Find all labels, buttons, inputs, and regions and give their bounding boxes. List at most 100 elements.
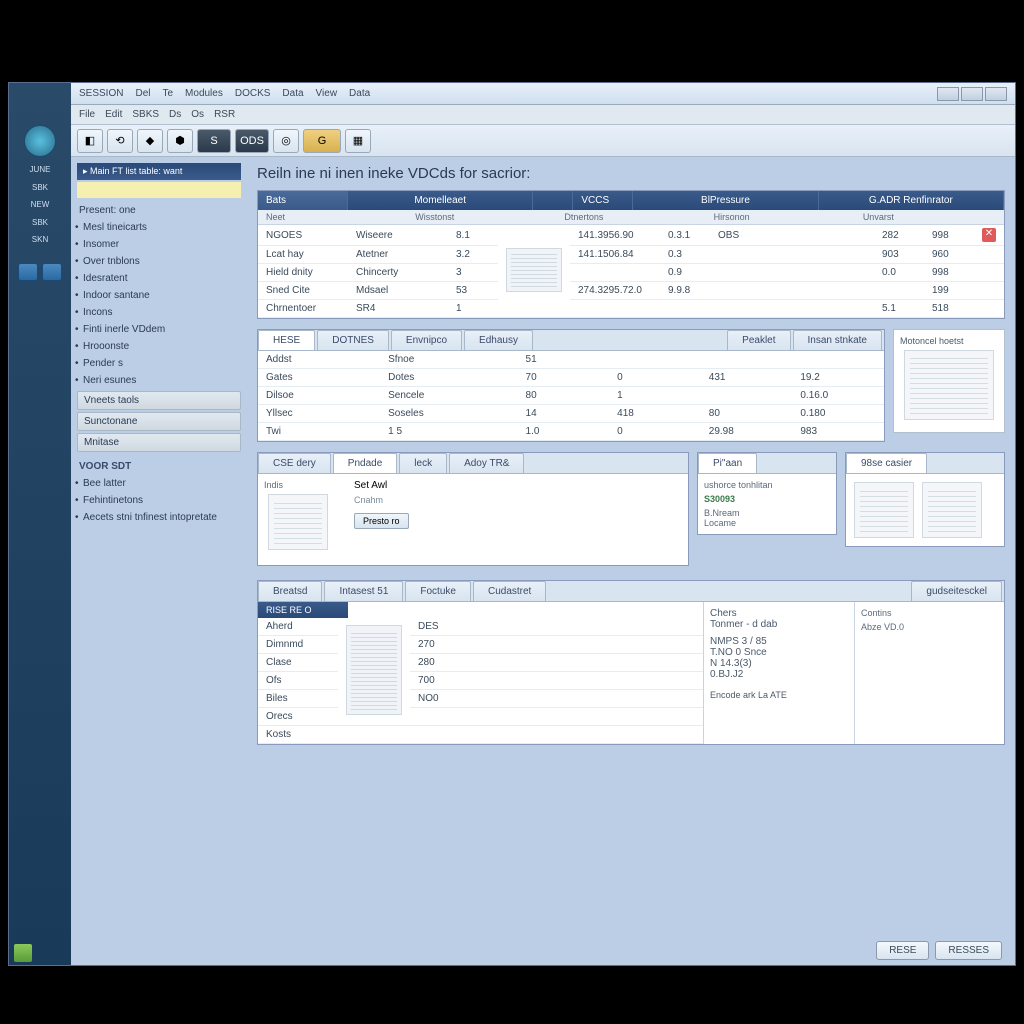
nav-item[interactable]: Mesl tineicarts (77, 219, 241, 236)
column-header[interactable]: BlPressure (633, 191, 818, 210)
toolbar-button[interactable]: ◆ (137, 129, 163, 153)
table-row[interactable]: GatesDotes70043119.2 (258, 369, 884, 387)
nav-subitem[interactable]: Sunctonane (77, 412, 241, 431)
tab[interactable]: Envnipco (391, 330, 462, 350)
table-row[interactable]: BilesNO0 (258, 690, 703, 708)
table-row[interactable]: Lcat hayAtetner3.2141.1506.840.3903960 (258, 246, 1004, 264)
tab[interactable]: leck (399, 453, 447, 473)
sidebar-button-icon[interactable] (18, 263, 38, 281)
tab[interactable]: Foctuke (405, 581, 471, 601)
table-row[interactable]: YllsecSoseles14418800.180 (258, 405, 884, 423)
tab[interactable]: Pi"aan (698, 453, 757, 473)
table-row[interactable]: Dimnmd270 (258, 636, 703, 654)
sidebar-item[interactable]: JUNE (11, 165, 69, 175)
column-header[interactable]: Bats (258, 191, 348, 210)
toolbar-button[interactable]: ◎ (273, 129, 299, 153)
tab[interactable]: Insan stnkate (793, 330, 882, 350)
app-logo-icon (24, 125, 56, 157)
sidebar-item[interactable]: SKN (11, 235, 69, 245)
nav-item[interactable]: Incons (77, 304, 241, 321)
table-row[interactable]: DilsoeSencele8010.16.0 (258, 387, 884, 405)
tab[interactable]: Pndade (333, 453, 397, 473)
toolbar-button[interactable]: ▦ (345, 129, 371, 153)
ok-button[interactable]: RESE (876, 941, 929, 960)
toolbar-button[interactable]: ⟲ (107, 129, 133, 153)
nav-highlight[interactable] (77, 182, 241, 198)
column-header[interactable]: G.ADR Renfinrator (819, 191, 1004, 210)
maximize-button[interactable] (961, 87, 983, 101)
menu-item[interactable]: Edit (105, 109, 122, 120)
toolbar-button[interactable]: ◧ (77, 129, 103, 153)
nav-item[interactable]: Pender s (77, 355, 241, 372)
menu-item[interactable]: Ds (169, 109, 181, 120)
field-value: Locame (704, 518, 830, 528)
tab[interactable]: gudseitesckel (911, 581, 1002, 601)
menu-item[interactable]: File (79, 109, 95, 120)
thumbnail-icon[interactable] (268, 494, 328, 550)
cancel-button[interactable]: RESSES (935, 941, 1002, 960)
table-row[interactable]: AddstSfnoe51 (258, 351, 884, 369)
menu-item[interactable]: Modules (185, 88, 223, 99)
nav-item[interactable]: Hrooonste (77, 338, 241, 355)
column-header[interactable]: Momelleaet (348, 191, 533, 210)
table-row[interactable]: Hield dnityChincerty30.90.0998 (258, 264, 1004, 282)
sidebar-button-icon[interactable] (42, 263, 62, 281)
menu-item[interactable]: DOCKS (235, 88, 271, 99)
close-button[interactable] (985, 87, 1007, 101)
nav-item[interactable]: Bee latter (77, 475, 241, 492)
thumbnail-icon[interactable] (904, 350, 994, 420)
tab[interactable]: Peaklet (727, 330, 790, 350)
tab[interactable]: Adoy TR& (449, 453, 524, 473)
nav-item[interactable]: Indoor santane (77, 287, 241, 304)
menu-item[interactable]: Data (349, 88, 370, 99)
menu-item[interactable]: SBKS (132, 109, 159, 120)
tab[interactable]: Edhausy (464, 330, 533, 350)
sidebar-item[interactable]: SBK (11, 218, 69, 228)
action-button[interactable]: Presto ro (354, 513, 409, 529)
table-row[interactable]: Orecs (258, 708, 703, 726)
thumbnail-icon[interactable] (922, 482, 982, 538)
tab[interactable]: Breatsd (258, 581, 322, 601)
menu-item[interactable]: Te (162, 88, 173, 99)
nav-item[interactable]: Finti inerle VDdem (77, 321, 241, 338)
table-row[interactable]: NGOESWiseere8.1141.3956.900.3.1OBS282998… (258, 225, 1004, 246)
toolbar-button[interactable]: S (197, 129, 231, 153)
tab[interactable]: 98se casier (846, 453, 927, 473)
table-row[interactable]: AherdDES (258, 618, 703, 636)
toolbar-button[interactable]: ⬢ (167, 129, 193, 153)
menu-item[interactable]: Data (282, 88, 303, 99)
tab[interactable]: HESE (258, 330, 315, 350)
menu-item[interactable]: RSR (214, 109, 235, 120)
table-row[interactable]: Twi1 51.0029.98983 (258, 423, 884, 441)
nav-item[interactable]: Idesratent (77, 270, 241, 287)
menu-item[interactable]: Os (191, 109, 204, 120)
toolbar-button[interactable]: ODS (235, 129, 269, 153)
nav-item[interactable]: Aecets stni tnfinest intopretate (77, 509, 241, 526)
table-row[interactable]: ChrnentoerSR415.1518 (258, 300, 1004, 318)
nav-subitem[interactable]: Mnitase (77, 433, 241, 452)
minimize-button[interactable] (937, 87, 959, 101)
tab[interactable]: CSE dery (258, 453, 331, 473)
nav-item[interactable]: Insomer (77, 236, 241, 253)
nav-item[interactable]: Over tnblons (77, 253, 241, 270)
toolbar-button[interactable]: G (303, 129, 341, 153)
thumbnail-icon[interactable] (854, 482, 914, 538)
table-row[interactable]: Clase280 (258, 654, 703, 672)
tab[interactable]: Intasest 51 (324, 581, 403, 601)
menu-item[interactable]: Del (135, 88, 150, 99)
table-row[interactable]: Kosts (258, 726, 703, 744)
delete-icon[interactable]: ✕ (982, 228, 996, 242)
column-header[interactable] (533, 191, 573, 210)
column-header[interactable]: VCCS (573, 191, 633, 210)
tab[interactable]: Cudastret (473, 581, 546, 601)
sidebar-item[interactable]: SBK (11, 183, 69, 193)
sidebar-item[interactable]: NEW (11, 200, 69, 210)
nav-subitem[interactable]: Vneets taols (77, 391, 241, 410)
menu-item[interactable]: SESSION (79, 88, 123, 99)
nav-item[interactable]: Fehintinetons (77, 492, 241, 509)
table-row[interactable]: Sned CiteMdsael53274.3295.72.09.9.8199 (258, 282, 1004, 300)
table-row[interactable]: Ofs700 (258, 672, 703, 690)
nav-item[interactable]: Neri esunes (77, 372, 241, 389)
menu-item[interactable]: View (316, 88, 338, 99)
tab[interactable]: DOTNES (317, 330, 389, 350)
